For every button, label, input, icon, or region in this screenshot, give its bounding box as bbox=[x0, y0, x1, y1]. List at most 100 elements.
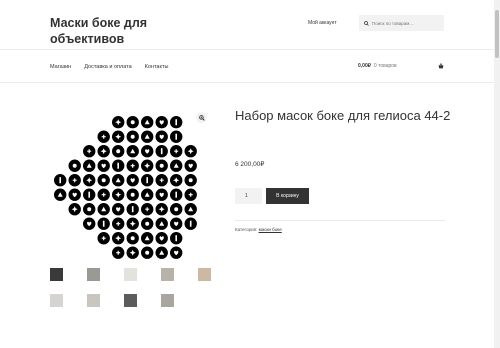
bokeh-mask-disc bbox=[126, 203, 139, 216]
bokeh-mask-disc bbox=[141, 174, 154, 187]
bokeh-mask-disc bbox=[155, 203, 168, 216]
bokeh-mask-disc bbox=[112, 232, 125, 245]
bokeh-mask-disc bbox=[126, 145, 139, 158]
bokeh-mask-disc bbox=[54, 174, 67, 187]
bokeh-mask-disc bbox=[184, 159, 197, 172]
search-box[interactable] bbox=[359, 15, 444, 31]
nav-item-delivery[interactable]: Доставка и оплата bbox=[84, 64, 131, 70]
bokeh-mask-disc bbox=[68, 188, 81, 201]
bokeh-mask-disc bbox=[155, 217, 168, 230]
bokeh-mask-disc bbox=[184, 145, 197, 158]
bokeh-mask-disc bbox=[97, 159, 110, 172]
nav-item-shop[interactable]: Магазин bbox=[50, 64, 71, 70]
cart-count: 0 товаров bbox=[373, 63, 397, 69]
product-price: 6 200,00₽ bbox=[235, 161, 265, 168]
bokeh-mask-disc bbox=[184, 217, 197, 230]
search-input[interactable] bbox=[372, 20, 442, 26]
bokeh-mask-disc bbox=[126, 188, 139, 201]
bokeh-mask-disc bbox=[170, 145, 183, 158]
bokeh-mask-disc bbox=[112, 116, 125, 129]
gallery-thumbnail[interactable] bbox=[50, 294, 63, 307]
header-cart[interactable]: 0,00₽ 0 товаров bbox=[358, 63, 444, 69]
bokeh-mask-disc bbox=[97, 145, 110, 158]
category-link[interactable]: маски боке bbox=[259, 227, 282, 232]
magnifier-zoom-icon bbox=[198, 114, 205, 121]
main-navigation: Магазин Доставка и оплата Контакты bbox=[50, 64, 168, 70]
bokeh-mask-disc bbox=[126, 174, 139, 187]
bokeh-mask-disc bbox=[155, 159, 168, 172]
scrollbar-thumb[interactable] bbox=[495, 10, 499, 58]
my-account-link[interactable]: Мой аккаунт bbox=[308, 20, 337, 26]
bokeh-mask-disc bbox=[155, 188, 168, 201]
bokeh-mask-disc bbox=[97, 203, 110, 216]
gallery-thumbnail[interactable] bbox=[198, 268, 211, 281]
bokeh-mask-disc bbox=[126, 116, 139, 129]
gallery-thumbnail[interactable] bbox=[161, 294, 174, 307]
bokeh-mask-disc bbox=[141, 130, 154, 143]
zoom-button[interactable] bbox=[196, 112, 207, 123]
bokeh-mask-disc bbox=[170, 203, 183, 216]
gallery-thumbnail[interactable] bbox=[87, 294, 100, 307]
bokeh-mask-disc bbox=[97, 232, 110, 245]
gallery-thumbnail[interactable] bbox=[50, 268, 63, 281]
bokeh-mask-disc bbox=[141, 188, 154, 201]
bokeh-mask-disc bbox=[83, 159, 96, 172]
bokeh-mask-disc bbox=[126, 130, 139, 143]
basket-icon bbox=[438, 63, 444, 69]
bokeh-mask-disc bbox=[112, 145, 125, 158]
bokeh-mask-disc bbox=[170, 217, 183, 230]
gallery-thumbnail[interactable] bbox=[87, 268, 100, 281]
bokeh-mask-disc bbox=[141, 116, 154, 129]
product-meta: Категория: маски боке bbox=[235, 227, 282, 232]
bokeh-mask-disc bbox=[112, 130, 125, 143]
add-to-cart-button[interactable]: В корзину bbox=[266, 188, 309, 204]
bokeh-mask-disc bbox=[155, 145, 168, 158]
bokeh-mask-disc bbox=[68, 203, 81, 216]
product-title: Набор масок боке для гелиоса 44-2 bbox=[235, 108, 451, 123]
bokeh-mask-disc bbox=[170, 130, 183, 143]
bokeh-mask-disc bbox=[83, 203, 96, 216]
category-label: Категория: bbox=[235, 227, 258, 232]
bokeh-mask-disc bbox=[184, 188, 197, 201]
bokeh-mask-disc bbox=[126, 159, 139, 172]
site-title[interactable]: Маски боке для объективов bbox=[50, 15, 170, 47]
bokeh-mask-disc bbox=[126, 217, 139, 230]
bokeh-mask-disc bbox=[141, 217, 154, 230]
bokeh-mask-disc bbox=[155, 130, 168, 143]
bokeh-mask-disc bbox=[170, 246, 183, 259]
bokeh-mask-disc bbox=[141, 145, 154, 158]
bokeh-mask-disc bbox=[68, 159, 81, 172]
gallery-thumbnail[interactable] bbox=[124, 294, 137, 307]
bokeh-mask-disc bbox=[126, 232, 139, 245]
bokeh-mask-disc bbox=[68, 174, 81, 187]
bokeh-mask-disc bbox=[170, 174, 183, 187]
bokeh-mask-disc bbox=[97, 188, 110, 201]
bokeh-mask-disc bbox=[112, 217, 125, 230]
bokeh-mask-disc bbox=[141, 159, 154, 172]
bokeh-mask-disc bbox=[141, 203, 154, 216]
bokeh-mask-disc bbox=[141, 232, 154, 245]
bokeh-mask-disc bbox=[83, 188, 96, 201]
bokeh-mask-disc bbox=[97, 217, 110, 230]
bokeh-mask-disc bbox=[54, 188, 67, 201]
bokeh-mask-disc bbox=[112, 246, 125, 259]
bokeh-mask-disc bbox=[184, 174, 197, 187]
gallery-thumbnail[interactable] bbox=[161, 268, 174, 281]
bokeh-mask-disc bbox=[170, 116, 183, 129]
bokeh-mask-disc bbox=[170, 188, 183, 201]
gallery-thumbnail[interactable] bbox=[124, 268, 137, 281]
product-image-bokeh-masks[interactable] bbox=[50, 110, 210, 260]
bokeh-mask-disc bbox=[170, 232, 183, 245]
search-icon bbox=[364, 20, 369, 26]
bokeh-mask-disc bbox=[126, 246, 139, 259]
bokeh-mask-disc bbox=[170, 159, 183, 172]
bokeh-mask-disc bbox=[141, 246, 154, 259]
quantity-input[interactable] bbox=[235, 188, 262, 204]
bokeh-mask-disc bbox=[155, 246, 168, 259]
header-divider bbox=[0, 49, 500, 50]
nav-item-contacts[interactable]: Контакты bbox=[145, 64, 169, 70]
bokeh-mask-disc bbox=[97, 130, 110, 143]
bokeh-mask-disc bbox=[83, 217, 96, 230]
meta-divider bbox=[235, 220, 445, 221]
cart-amount: 0,00₽ bbox=[358, 63, 371, 69]
